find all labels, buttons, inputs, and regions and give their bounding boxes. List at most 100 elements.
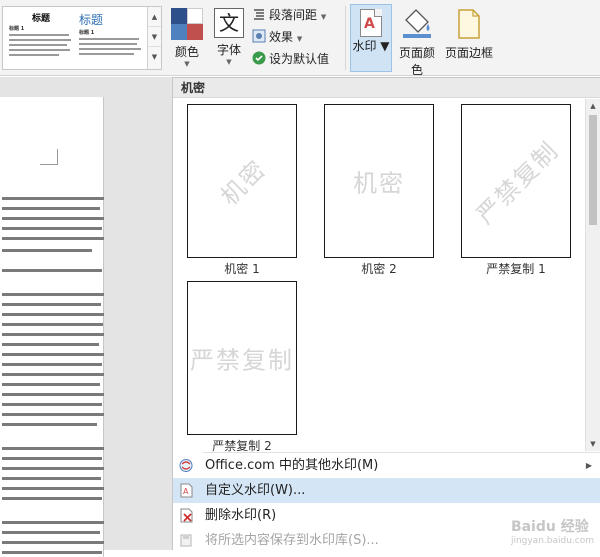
text-line: [2, 373, 104, 376]
watermark-preview-page: 严禁复制: [187, 281, 297, 435]
office-online-icon: [179, 459, 193, 472]
text-line: [2, 197, 104, 200]
style-thumbnail-1[interactable]: 标题 标题 1: [5, 9, 77, 67]
fonts-label: 字体: [216, 43, 241, 57]
watermark-icon: A: [360, 9, 382, 37]
text-line: [2, 217, 104, 220]
watermark-preview-text: 机密: [215, 154, 273, 212]
style-thumbnail-2[interactable]: 标题 标题 1: [75, 9, 147, 67]
watermark-preview-page: 严禁复制: [461, 104, 571, 258]
custom-watermark-icon: A: [180, 483, 193, 498]
effects-button[interactable]: 效果 ▼: [252, 28, 302, 46]
text-line: [2, 521, 104, 524]
text-line: [2, 531, 100, 534]
text-line: [2, 393, 104, 396]
custom-watermark-label: 自定义水印(W)...: [205, 483, 306, 498]
text-line: [2, 237, 104, 240]
more-watermarks-online-label: Office.com 中的其他水印(M): [205, 458, 379, 473]
paragraph-spacing-label: 段落间距: [269, 8, 318, 22]
effects-icon: [252, 29, 266, 43]
set-as-default-label: 设为默认值: [269, 52, 330, 66]
text-line: [2, 497, 102, 500]
svg-text:A: A: [183, 487, 189, 496]
text-line: [2, 477, 101, 480]
gallery-section-header: 机密: [173, 78, 600, 98]
thumbnail-title: 标题: [79, 13, 104, 27]
watermark-button[interactable]: A 水印 ▼: [350, 4, 392, 72]
watermark-preview-text: 机密: [353, 169, 405, 198]
colors-button[interactable]: 颜色 ▼: [168, 6, 206, 70]
style-set-gallery[interactable]: 标题 标题 1 标题 标题 1 ▲ ▼ ▼: [2, 6, 162, 70]
set-as-default-button[interactable]: 设为默认值: [252, 50, 329, 68]
watermark-label: 水印: [352, 39, 377, 53]
watermark-option-caption: 严禁复制 1: [486, 262, 546, 276]
thumbnail-text-lines: [9, 34, 73, 56]
text-line: [2, 207, 100, 210]
custom-watermark-item[interactable]: A 自定义水印(W)...: [173, 478, 600, 503]
text-line: [2, 293, 104, 296]
text-line: [2, 353, 104, 356]
page-borders-button[interactable]: 页面边框: [444, 6, 494, 70]
text-line: [2, 467, 104, 470]
gallery-scrollbar[interactable]: ▲ ▼ ▼: [147, 7, 161, 69]
text-line: [2, 457, 102, 460]
text-line: [2, 551, 102, 554]
watermark-option-do-not-copy-2[interactable]: 严禁复制 严禁复制 2: [187, 281, 297, 454]
remove-watermark-label: 删除水印(R): [205, 508, 277, 523]
scroll-up-icon[interactable]: ▲: [586, 99, 600, 113]
fonts-button[interactable]: 文 字体 ▼: [210, 6, 248, 70]
more-watermarks-online-item[interactable]: Office.com 中的其他水印(M) ▶: [173, 453, 600, 478]
watermark-preview-text: 严禁复制: [471, 136, 565, 230]
watermark-option-confidential-2[interactable]: 机密 机密 2: [324, 104, 434, 277]
scroll-up-icon[interactable]: ▲: [148, 7, 161, 27]
watermark-preview-text: 严禁复制: [190, 346, 294, 375]
watermark-preview-page: 机密: [187, 104, 297, 258]
watermark-option-caption: 机密 2: [361, 262, 397, 276]
chevron-down-icon: ▼: [296, 35, 303, 43]
watermark-option-do-not-copy-1[interactable]: 严禁复制 严禁复制 1: [461, 104, 571, 277]
document-page[interactable]: [0, 97, 104, 557]
page-margin-corner-mark: [40, 149, 58, 165]
submenu-arrow-icon: ▶: [585, 461, 592, 470]
scroll-down-icon[interactable]: ▼: [586, 437, 600, 451]
watermark-gallery: 机密 机密 1 机密 机密 2 严禁复制 严禁复制 1 严禁复制 严禁复制 2: [173, 99, 585, 453]
checkmark-icon: [252, 51, 266, 65]
site-watermark-text: Baidu 经验: [510, 519, 589, 535]
save-to-watermark-gallery-label: 将所选内容保存到水印库(S)...: [205, 533, 379, 548]
gallery-vertical-scrollbar[interactable]: ▲ ▼: [585, 99, 600, 451]
document-canvas[interactable]: [0, 77, 172, 557]
page-border-icon: [458, 9, 480, 39]
save-to-gallery-icon: [180, 534, 192, 547]
chevron-down-icon: ▼: [320, 13, 327, 21]
thumbnail-subtitle: 标题 1: [9, 26, 25, 32]
watermark-option-confidential-1[interactable]: 机密 机密 1: [187, 104, 297, 277]
text-line: [2, 323, 103, 326]
paragraph-spacing-button[interactable]: 段落间距 ▼: [252, 6, 326, 24]
ribbon-toolbar: 标题 标题 1 标题 标题 1 ▲ ▼ ▼ 颜色 ▼ 文 字体 ▼ 段落间距 ▼…: [0, 0, 600, 86]
thumbnail-subtitle: 标题 1: [79, 30, 95, 36]
paragraph-spacing-icon: [254, 9, 264, 20]
site-watermark-logo: Baidu 经验 jingyan.baidu.com: [511, 516, 594, 546]
remove-watermark-icon: [180, 508, 193, 523]
scrollbar-thumb[interactable]: [589, 115, 597, 225]
text-line: [2, 269, 102, 272]
text-line: [2, 541, 104, 544]
text-line: [2, 487, 104, 490]
group-separator: [345, 6, 346, 70]
gallery-more-icon[interactable]: ▼: [148, 47, 161, 67]
watermark-preview-page: 机密: [324, 104, 434, 258]
text-line: [2, 363, 102, 366]
scroll-down-icon[interactable]: ▼: [148, 27, 161, 47]
site-watermark-url: jingyan.baidu.com: [510, 536, 594, 546]
text-line: [2, 447, 104, 450]
page-color-button[interactable]: 页面颜色 ▼: [394, 6, 440, 86]
colors-label: 颜色: [174, 45, 199, 59]
text-line: [2, 383, 100, 386]
text-line: [2, 249, 92, 252]
page-borders-label: 页面边框: [444, 46, 493, 60]
chevron-down-icon: ▼: [226, 58, 232, 66]
text-line: [2, 227, 102, 230]
text-line: [2, 313, 104, 316]
watermark-option-caption: 机密 1: [224, 262, 260, 276]
thumbnail-text-lines: [79, 38, 143, 55]
